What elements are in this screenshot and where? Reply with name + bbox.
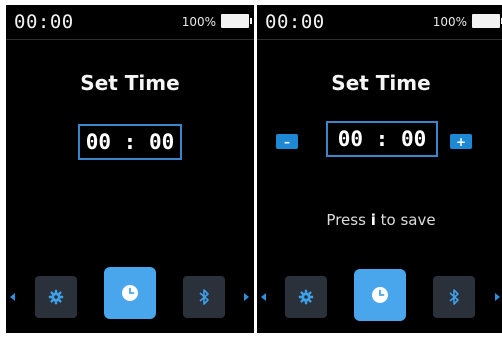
battery-icon	[221, 14, 252, 28]
nav-right-arrow-icon[interactable]	[495, 293, 500, 301]
settings-tab[interactable]	[35, 276, 77, 318]
settings-tab[interactable]	[285, 276, 327, 318]
device-screen-view: 00:00 100% Set Time 00 : 00	[6, 5, 254, 333]
battery-percentage: 100%	[181, 15, 216, 29]
nav-right-arrow-icon[interactable]	[244, 293, 249, 301]
page-title: Set Time	[331, 71, 431, 95]
nav-left-arrow-icon[interactable]	[10, 293, 15, 301]
status-bar: 00:00 100%	[257, 5, 502, 40]
page-title: Set Time	[80, 71, 180, 95]
hint-text-before: Press	[326, 211, 366, 229]
nav-left-arrow-icon[interactable]	[261, 293, 266, 301]
bluetooth-icon	[199, 289, 209, 305]
time-value: 00 : 00	[85, 130, 175, 154]
save-hint: Press i to save	[257, 211, 502, 229]
increment-button[interactable]: +	[450, 134, 472, 149]
decrement-button[interactable]: –	[276, 134, 298, 149]
hint-key: i	[370, 211, 376, 229]
bluetooth-icon	[449, 289, 459, 305]
hint-text-after: to save	[380, 211, 436, 229]
clock-icon	[372, 287, 388, 303]
bluetooth-tab[interactable]	[183, 276, 225, 318]
time-field[interactable]: 00 : 00	[326, 121, 438, 157]
time-tab[interactable]	[104, 267, 156, 319]
time-tab[interactable]	[354, 269, 406, 321]
time-field[interactable]: 00 : 00	[78, 124, 182, 160]
time-value: 00 : 00	[337, 127, 427, 151]
settings-gear-icon	[48, 289, 64, 305]
battery-percentage: 100%	[432, 15, 467, 29]
device-screen-edit: 00:00 100% Set Time – 00 : 00 + Press i …	[257, 5, 502, 333]
status-bar: 00:00 100%	[6, 5, 254, 40]
battery-icon	[472, 14, 502, 28]
status-clock: 00:00	[265, 11, 325, 33]
clock-icon	[122, 285, 138, 301]
status-clock: 00:00	[14, 11, 74, 33]
settings-gear-icon	[298, 289, 314, 305]
bluetooth-tab[interactable]	[433, 276, 475, 318]
